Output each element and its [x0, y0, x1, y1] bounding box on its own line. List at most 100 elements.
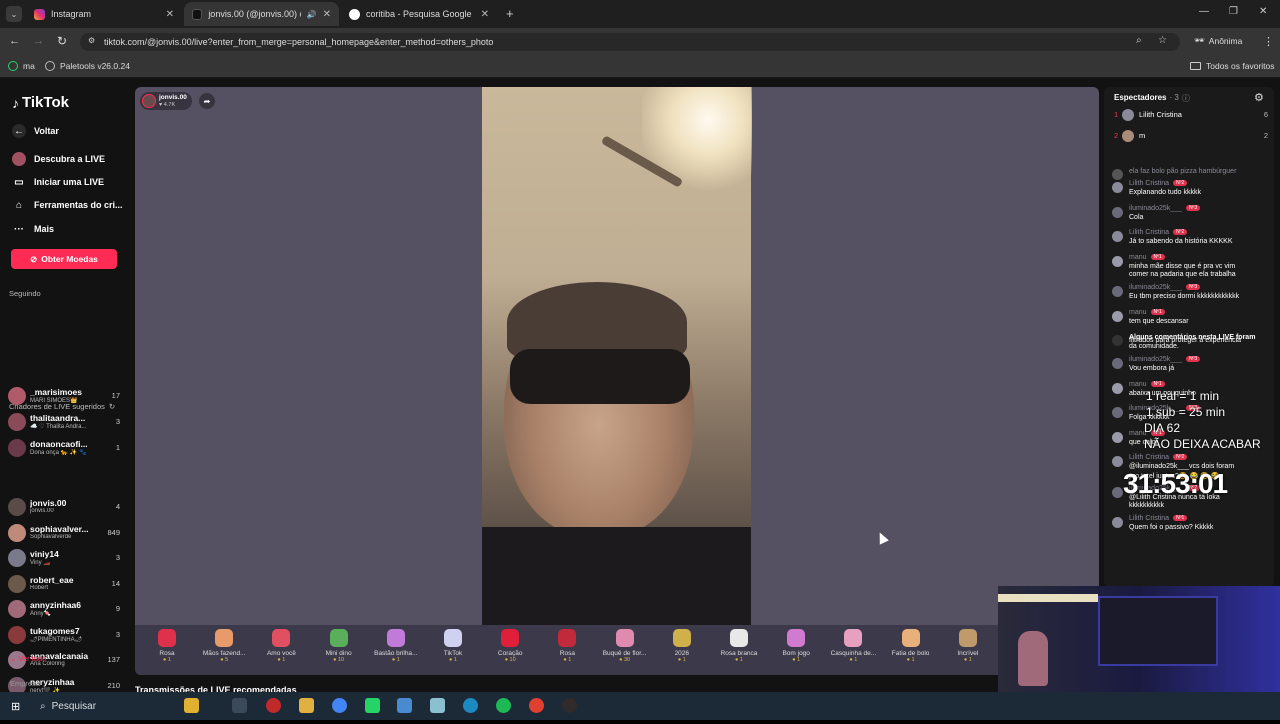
- share-icon[interactable]: ➦: [199, 93, 215, 109]
- gift-icon: [958, 629, 977, 647]
- avatar: [1112, 456, 1123, 467]
- viewer-rank: 2: [1114, 131, 1119, 140]
- gift-item[interactable]: Bom jogo ● 1: [768, 629, 824, 663]
- bookmark-paletools[interactable]: Paletools v26.0.24: [45, 61, 130, 71]
- viewer-count: 9: [115, 604, 120, 613]
- host-chip[interactable]: jonvis.00 ♥ 4.7K: [140, 92, 192, 110]
- webcam-person: [1018, 631, 1048, 686]
- account-row[interactable]: robert_eae Robert 14: [8, 573, 124, 597]
- gift-item[interactable]: TikTok ● 1: [425, 629, 481, 663]
- tiktok-logo[interactable]: ♪ TikTok: [12, 94, 69, 111]
- rank-badge: Nº3: [1185, 284, 1201, 291]
- url-field[interactable]: ⚙ tiktok.com/@jonvis.00/live?enter_from_…: [80, 33, 1180, 51]
- nav-more[interactable]: ··· Mais: [12, 222, 54, 236]
- chat-author-name: iluminado25k___: [1129, 356, 1182, 363]
- store-icon[interactable]: [397, 698, 412, 713]
- account-row[interactable]: viniy14 Viny 🏎️ 3: [8, 547, 124, 571]
- viewer-row[interactable]: 2 m 2: [1112, 130, 1270, 144]
- get-coins-button[interactable]: ⊘ Obter Moedas: [11, 249, 117, 269]
- chrome-active-icon[interactable]: [529, 698, 544, 713]
- see-all-link[interactable]: ⌄ Ver tudo: [10, 654, 46, 663]
- app-red-icon[interactable]: [266, 698, 281, 713]
- chat-author: iluminado25k___ Nº3: [1129, 205, 1201, 212]
- viewer-name: Lilith Cristina: [1139, 110, 1182, 119]
- chat-author: manu Nº1: [1129, 254, 1165, 261]
- spotify-icon[interactable]: [496, 698, 511, 713]
- gift-item[interactable]: Rosa ● 1: [539, 629, 595, 663]
- gift-icon: [615, 629, 634, 647]
- account-row[interactable]: tukagomes7 🌶PIMENTINHA🌶 3: [8, 624, 124, 648]
- tab-tiktok[interactable]: jonvis.00 (@jonvis.00) com 🔊 ✕: [184, 2, 339, 26]
- back-label: Voltar: [34, 126, 59, 136]
- notepad-icon[interactable]: [430, 698, 445, 713]
- account-row[interactable]: sophiavalver... Sophiavalverde 849: [8, 522, 124, 546]
- nav-creator-tools[interactable]: ⌂ Ferramentas do cri...: [12, 198, 123, 212]
- close-tab-icon[interactable]: ✕: [481, 9, 489, 20]
- gift-item[interactable]: Coração ● 10: [482, 629, 538, 663]
- account-name: donaoncaofi...: [30, 439, 88, 449]
- tab-google[interactable]: coritiba - Pesquisa Google ✕: [341, 2, 497, 26]
- live-video[interactable]: [482, 87, 752, 625]
- sparkle-icon[interactable]: [184, 698, 199, 713]
- edge-icon[interactable]: [463, 698, 478, 713]
- chrome-icon[interactable]: [332, 698, 347, 713]
- bookmark-whatsapp[interactable]: ma: [8, 61, 35, 71]
- gift-item[interactable]: Bastão brilha... ● 1: [368, 629, 424, 663]
- windows-start-icon[interactable]: ⊞: [11, 700, 20, 713]
- incognito-profile[interactable]: 🕶 Anônima: [1194, 35, 1242, 46]
- minimize-button[interactable]: —: [1199, 6, 1209, 17]
- speaker-icon[interactable]: 🔊: [307, 10, 317, 19]
- gift-item[interactable]: Mãos fazend... ● 5: [196, 629, 252, 663]
- info-icon[interactable]: ⓘ: [1182, 93, 1190, 104]
- obs-icon[interactable]: [562, 698, 577, 713]
- account-row[interactable]: thalitaandra... ☁️ ♡ Thalita Andra... 3: [8, 411, 124, 435]
- account-row[interactable]: donaoncaofi... Dona onça 🐆 ✨ 🐾 1: [8, 437, 124, 461]
- whatsapp-app-icon[interactable]: [365, 698, 380, 713]
- close-tab-icon[interactable]: ✕: [323, 9, 331, 20]
- viewer-count: 14: [111, 578, 120, 588]
- tiktok-note-icon: ♪: [12, 94, 19, 111]
- nav-start-live[interactable]: ▭ Iniciar uma LIVE: [12, 175, 104, 189]
- settings-icon[interactable]: ⚙: [1254, 91, 1264, 104]
- gift-icon: [158, 629, 176, 647]
- refresh-icon[interactable]: ↻: [109, 402, 115, 411]
- bookmark-star-icon[interactable]: ☆: [1158, 35, 1167, 46]
- restore-button[interactable]: ❐: [1229, 6, 1238, 17]
- site-info-icon[interactable]: ⚙: [88, 36, 95, 45]
- tab-search-icon[interactable]: ⌄: [6, 6, 22, 22]
- viewers-heading: Espectadores · 3 ⓘ: [1114, 93, 1190, 104]
- file-explorer-icon[interactable]: [299, 698, 314, 713]
- gift-item[interactable]: Amo você ● 1: [253, 629, 309, 663]
- close-tab-icon[interactable]: ✕: [166, 9, 174, 20]
- gift-item[interactable]: Rosa branca ● 1: [711, 629, 767, 663]
- gift-item[interactable]: Casquinha de... ● 1: [825, 629, 881, 663]
- gift-item[interactable]: 2026 ● 1: [654, 629, 710, 663]
- gift-item[interactable]: Fatia de bolo ● 1: [883, 629, 939, 663]
- tab-instagram[interactable]: Instagram ✕: [26, 2, 182, 26]
- account-row[interactable]: jonvis.00 jonvis.00 4: [8, 496, 124, 520]
- avatar: [1112, 431, 1123, 443]
- back-icon[interactable]: ←: [9, 35, 20, 47]
- account-subtitle: ☁️ ♡ Thalita Andra...: [30, 424, 87, 430]
- new-tab-button[interactable]: +: [506, 6, 514, 21]
- gift-label: Mãos fazend...: [202, 650, 246, 657]
- rank-badge: Nº2: [1173, 229, 1188, 236]
- zoom-icon[interactable]: ⌕: [1136, 35, 1142, 46]
- menu-icon[interactable]: ⋮: [1263, 35, 1274, 48]
- suggested-heading: Criadores de LIVE sugeridos ↻: [9, 402, 115, 411]
- gift-item[interactable]: Incrível ● 1: [940, 629, 996, 663]
- gift-item[interactable]: Mini dino ● 10: [311, 629, 367, 663]
- task-view-icon[interactable]: [232, 698, 247, 713]
- close-window-button[interactable]: ✕: [1259, 6, 1267, 17]
- gift-item[interactable]: Buquê de flor... ● 30: [597, 629, 653, 663]
- account-row[interactable]: annyzinhaa6 Anny🍬 9: [8, 598, 124, 622]
- back-link[interactable]: ← Voltar: [12, 124, 59, 138]
- all-bookmarks[interactable]: Todos os favoritos: [1190, 61, 1275, 71]
- gift-item[interactable]: Rosa ● 1: [139, 629, 195, 663]
- nav-discover-live[interactable]: Descubra a LIVE: [12, 152, 105, 166]
- reload-icon[interactable]: ↻: [57, 34, 67, 48]
- webcam-overlay: [998, 586, 1280, 692]
- gift-cost: ● 1: [963, 657, 972, 663]
- forward-icon[interactable]: →: [33, 35, 44, 47]
- viewer-row[interactable]: 1 Lilith Cristina 6: [1112, 109, 1270, 123]
